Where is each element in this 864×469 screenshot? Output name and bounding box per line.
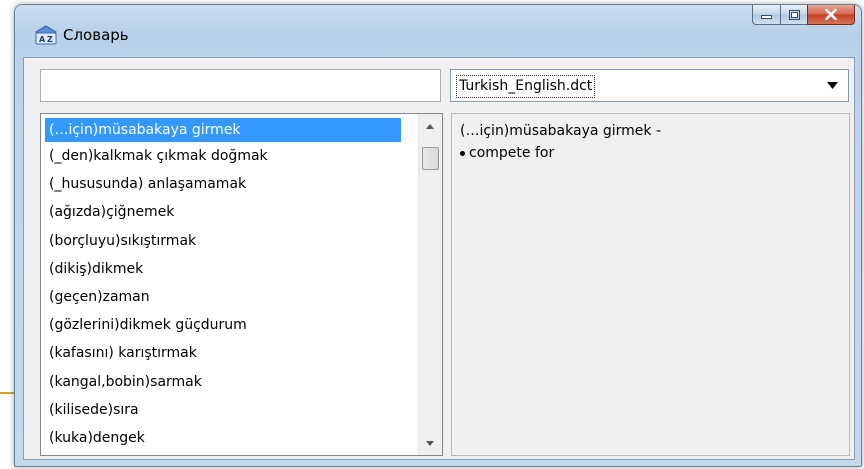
minimize-icon: [761, 5, 772, 24]
window-title: Словарь: [63, 26, 129, 44]
search-input[interactable]: [40, 69, 441, 102]
close-icon: [825, 5, 837, 24]
title-bar[interactable]: A Z Словарь: [15, 5, 861, 57]
maximize-button[interactable]: [780, 5, 807, 25]
minimize-button[interactable]: [752, 5, 780, 25]
dictionary-select-value: Turkish_English.dct: [456, 75, 596, 98]
list-item[interactable]: (kuka)dengek: [41, 424, 398, 452]
maximize-icon: [788, 5, 800, 24]
list-item[interactable]: (kilisede)sıra: [41, 396, 398, 424]
definition-headword: (…için)müsabakaya girmek -: [460, 123, 662, 139]
bullet-icon: [460, 150, 465, 156]
list-item[interactable]: (ağızda)çiğnemek: [41, 198, 398, 226]
caption-buttons: [752, 5, 855, 26]
dropdown-arrow-icon[interactable]: [818, 71, 847, 100]
definition-pane: (…için)müsabakaya girmek - compete for: [451, 113, 850, 456]
list-item[interactable]: (_den)kalkmak çıkmak doğmak: [41, 142, 398, 170]
list-item[interactable]: (borçluyu)sıkıştırmak: [41, 227, 398, 255]
list-item[interactable]: (kafasını) karıştırmak: [41, 339, 398, 367]
list-item[interactable]: (gözlerini)dikmek güçdurum: [41, 311, 398, 339]
svg-text:A: A: [39, 35, 46, 44]
list-item[interactable]: (geçen)zaman: [41, 283, 398, 311]
scroll-down-icon[interactable]: [419, 433, 441, 453]
list-item[interactable]: (…için)müsabakaya girmek: [45, 118, 401, 142]
dictionary-app-icon: A Z: [34, 25, 58, 45]
list-item[interactable]: (kangal,bobin)sarmak: [41, 368, 398, 396]
vertical-scrollbar[interactable]: [418, 114, 442, 455]
definition-meaning: compete for: [469, 145, 555, 161]
dictionary-select[interactable]: Turkish_English.dct: [450, 69, 849, 102]
scroll-up-icon[interactable]: [419, 116, 441, 136]
word-list-items: (…için)müsabakaya girmek (_den)kalkmak ç…: [41, 114, 401, 452]
client-area: Turkish_English.dct (…için)müsabakaya gi…: [23, 57, 855, 460]
list-item[interactable]: (_hususunda) anlaşamamak: [41, 170, 398, 198]
scrollbar-thumb[interactable]: [422, 147, 439, 170]
dictionary-window: A Z Словарь Turkish_English.dct (…için)m…: [14, 4, 862, 467]
definition-meaning-item: compete for: [460, 145, 554, 161]
close-button[interactable]: [807, 5, 855, 25]
svg-text:Z: Z: [47, 35, 53, 44]
word-list[interactable]: (…için)müsabakaya girmek (_den)kalkmak ç…: [40, 113, 443, 456]
list-item[interactable]: (dikiş)dikmek: [41, 255, 398, 283]
